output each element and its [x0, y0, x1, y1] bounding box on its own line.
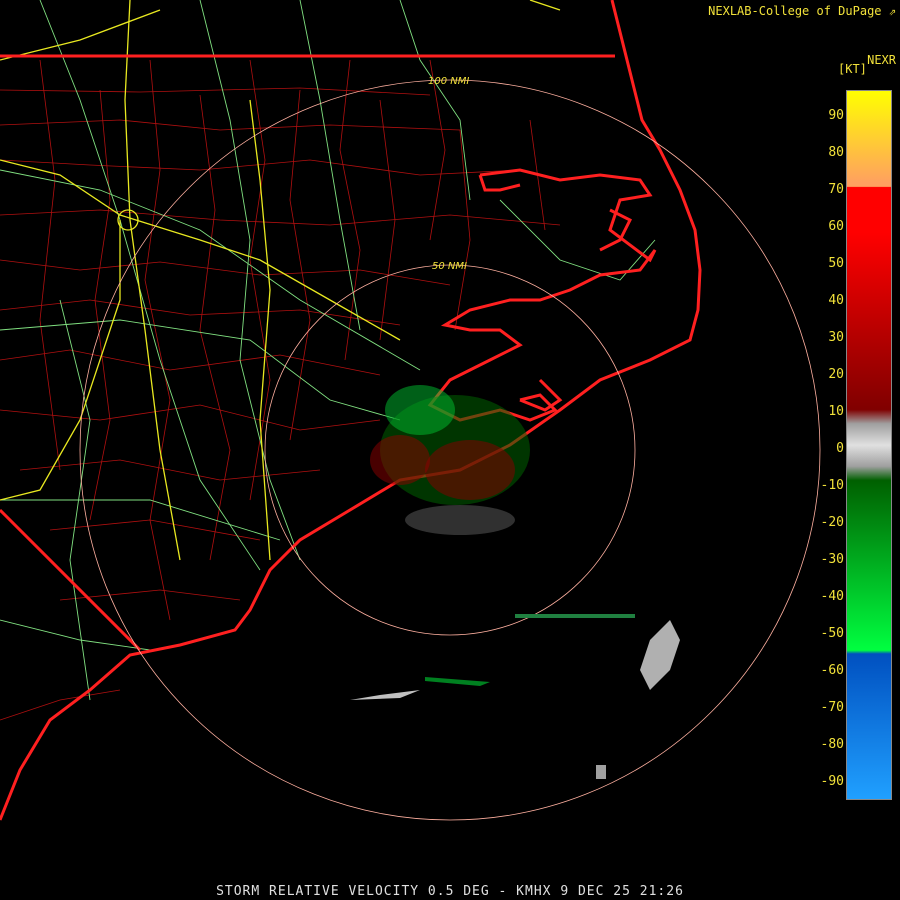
scale-tick: 70 — [828, 182, 844, 197]
scale-tick: 80 — [828, 145, 844, 160]
scale-tick: -10 — [820, 478, 844, 493]
scale-tick: 0 — [836, 441, 844, 456]
scale-tick: -80 — [820, 737, 844, 752]
scale-tick: 90 — [828, 108, 844, 123]
highways — [0, 0, 656, 701]
ring-label-50: 50 NMI — [432, 261, 467, 272]
scale-tick: 20 — [828, 367, 844, 382]
product-label: NEXR — [867, 53, 896, 67]
scale-tick: 10 — [828, 404, 844, 419]
product-caption: STORM RELATIVE VELOCITY 0.5 DEG - KMHX 9… — [216, 884, 684, 899]
scale-tick: -20 — [820, 515, 844, 530]
unit-label: [KT] — [838, 62, 867, 76]
scale-tick: 50 — [828, 256, 844, 271]
scale-tick: 60 — [828, 219, 844, 234]
scale-tick: -70 — [820, 700, 844, 715]
velocity-color-scale — [846, 90, 892, 800]
credit-label: NEXLAB-College of DuPage ⇗ — [708, 4, 896, 18]
scale-tick: -90 — [820, 774, 844, 789]
coastline — [0, 0, 702, 821]
state-borders — [0, 54, 615, 652]
external-link-icon: ⇗ — [888, 4, 896, 18]
scale-tick: -50 — [820, 626, 844, 641]
scale-tick: 30 — [828, 330, 844, 345]
scale-tick: -60 — [820, 663, 844, 678]
scale-tick: 40 — [828, 293, 844, 308]
scale-tick: -40 — [820, 589, 844, 604]
radar-map: 100 NMI 50 NMI — [0, 0, 821, 821]
radar-echoes — [350, 385, 680, 779]
scale-tick: -30 — [820, 552, 844, 567]
credit-text: NEXLAB-College of DuPage — [708, 4, 882, 18]
ring-label-100: 100 NMI — [428, 76, 469, 87]
county-lines — [0, 59, 561, 721]
